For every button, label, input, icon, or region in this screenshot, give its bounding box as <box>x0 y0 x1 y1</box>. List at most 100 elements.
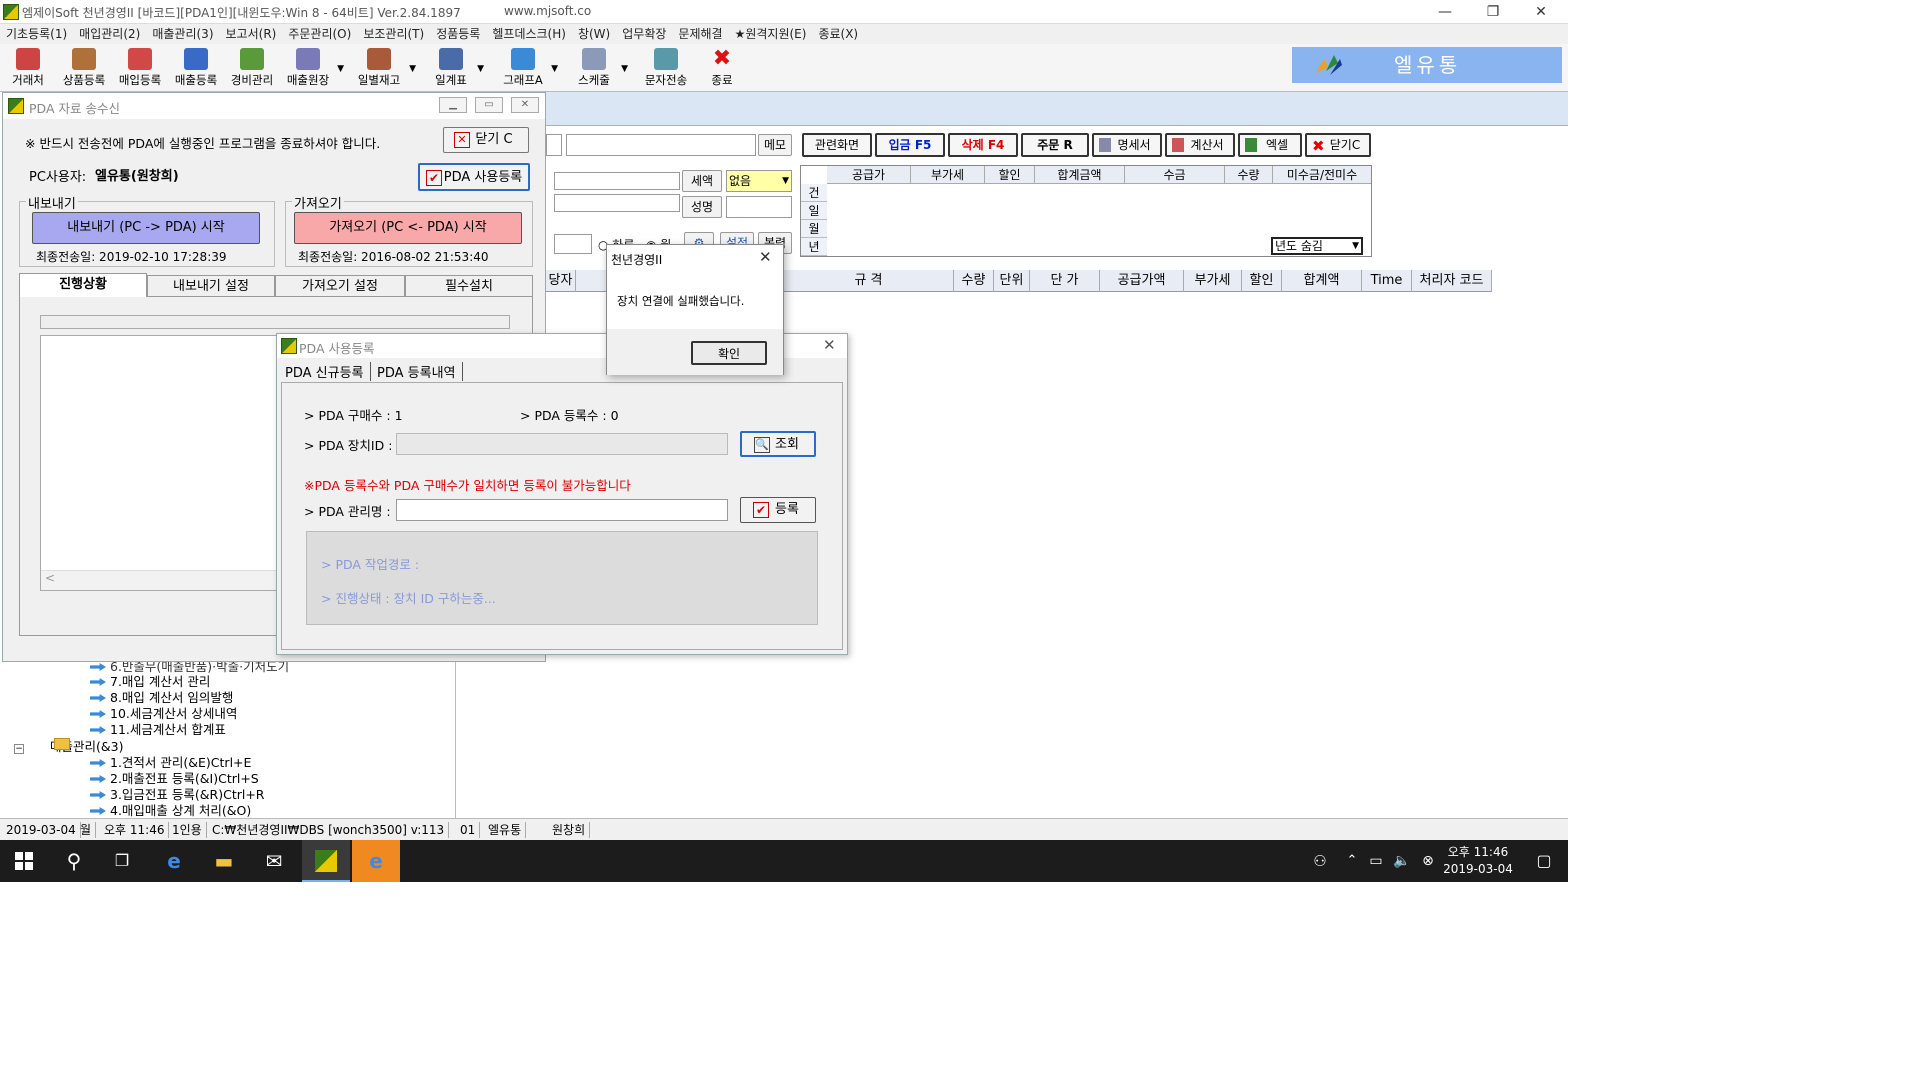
statement-button[interactable]: 명세서 <box>1092 133 1162 157</box>
close-window-button[interactable]: ✕ <box>1518 0 1564 24</box>
edge-browser-icon[interactable]: e <box>150 840 198 882</box>
pda-close-button[interactable]: ✕ 닫기 C <box>443 127 529 153</box>
checkbox-check-icon: ✔ <box>753 502 769 518</box>
register-count: > PDA 등록수 : 0 <box>520 408 619 423</box>
related-screen-button[interactable]: 관련화면 <box>802 133 872 157</box>
clock[interactable]: 오후 11:46 2019-03-04 <box>1440 844 1516 878</box>
chevron-up-icon[interactable]: ⌃ <box>1340 840 1364 882</box>
tab-import-settings[interactable]: 가져오기 설정 <box>275 275 405 297</box>
customer-icon <box>16 48 40 70</box>
dropdown-arrow-icon[interactable]: ▼ <box>621 64 628 74</box>
maximize-button[interactable]: ▭ <box>475 97 503 113</box>
toolbar-stock-button[interactable]: 일별재고 ▼ <box>352 48 416 90</box>
manager-name-input[interactable] <box>396 499 728 521</box>
volume-icon[interactable]: 🔈 <box>1390 840 1414 882</box>
toolbar-expense-button[interactable]: 경비관리 <box>226 48 278 90</box>
field-input[interactable] <box>554 194 680 212</box>
status-weekday: 월 <box>76 822 97 838</box>
close-icon[interactable]: ✕ <box>823 336 836 354</box>
export-start-button[interactable]: 내보내기 (PC -> PDA) 시작 <box>32 212 260 244</box>
app-icon <box>8 98 24 114</box>
close-icon[interactable]: ✕ <box>759 248 772 266</box>
ime-icon[interactable]: ⊗ <box>1416 840 1440 882</box>
dropdown-arrow-icon[interactable]: ▼ <box>337 64 344 74</box>
order-button[interactable]: 주문 R <box>1021 133 1089 157</box>
task-view-icon[interactable]: ❐ <box>98 840 146 882</box>
minimize-button[interactable]: ▁ <box>439 97 467 113</box>
name-input[interactable] <box>726 196 792 218</box>
mail-icon[interactable]: ✉ <box>250 840 298 882</box>
notification-icon[interactable]: ▢ <box>1520 840 1568 882</box>
tab-progress[interactable]: 진행상황 <box>19 273 147 297</box>
progress-bar <box>40 315 510 329</box>
menu-item[interactable]: ★원격지원(E) <box>729 24 813 44</box>
toolbar-customer-button[interactable]: 거래처 <box>6 48 50 90</box>
toolbar-exit-button[interactable]: ✖ 종료 <box>704 48 740 90</box>
tab-pda-new-register[interactable]: PDA 신규등록 <box>285 362 371 381</box>
year-hide-select[interactable]: 년도 숨김 ▼ <box>1271 237 1363 255</box>
menu-item[interactable]: 매출관리(3) <box>146 24 219 44</box>
network-icon[interactable]: ▭ <box>1364 840 1388 882</box>
toolbar-schedule-button[interactable]: 스케줄 ▼ <box>570 48 628 90</box>
tab-pda-register-history[interactable]: PDA 등록내역 <box>377 362 463 381</box>
device-id-input[interactable] <box>396 433 728 455</box>
grid-header: 단 가 <box>1030 270 1100 292</box>
collapse-icon[interactable]: − <box>14 744 24 754</box>
toolbar-ledger-button[interactable]: 매출원장 ▼ <box>282 48 344 90</box>
register-button[interactable]: ✔ 등록 <box>740 497 816 523</box>
toolbar-graph-button[interactable]: 그래프A ▼ <box>498 48 558 90</box>
menu-item[interactable]: 매입관리(2) <box>73 24 146 44</box>
grid-header: 할인 <box>985 166 1035 184</box>
toolbar-purchase-button[interactable]: 매입등록 <box>114 48 166 90</box>
field-input[interactable] <box>554 172 680 190</box>
tab-required-install[interactable]: 필수설치 <box>405 275 533 297</box>
restore-button[interactable]: ❐ <box>1470 0 1516 24</box>
deposit-button[interactable]: 입금 F5 <box>875 133 945 157</box>
close-c-button[interactable]: ✖ 닫기C <box>1305 133 1371 157</box>
field-stub[interactable] <box>546 134 562 156</box>
product-icon <box>72 48 96 70</box>
import-start-button[interactable]: 가져오기 (PC <- PDA) 시작 <box>294 212 522 244</box>
menu-item[interactable]: 업무확장 <box>616 24 672 44</box>
toolbar-product-button[interactable]: 상품등록 <box>58 48 110 90</box>
close-window-button[interactable]: ✕ <box>511 97 539 113</box>
file-explorer-icon[interactable]: ▬ <box>200 840 248 882</box>
menu-item[interactable]: 주문관리(O) <box>282 24 357 44</box>
toolbar-sales-button[interactable]: 매출등록 <box>170 48 222 90</box>
menu-item[interactable]: 보조관리(T) <box>357 24 430 44</box>
memo-button[interactable]: 메모 <box>758 134 792 156</box>
tab-export-settings[interactable]: 내보내기 설정 <box>147 275 275 297</box>
graph-icon <box>511 48 535 70</box>
minimize-button[interactable]: — <box>1422 0 1468 24</box>
delete-button[interactable]: 삭제 F4 <box>948 133 1018 157</box>
dropdown-arrow-icon[interactable]: ▼ <box>551 64 558 74</box>
pc-user-value: 엘유통(원창희) <box>95 169 179 184</box>
toolbar-sms-button[interactable]: 문자전송 <box>640 48 692 90</box>
pda-register-button[interactable]: ✔ PDA 사용등록 <box>418 163 530 191</box>
menu-item[interactable]: 종료(X) <box>812 24 864 44</box>
ie-browser-icon[interactable]: e <box>352 840 400 882</box>
menu-item[interactable]: 정품등록 <box>430 24 486 44</box>
taskbar-app-icon[interactable] <box>302 840 350 882</box>
menu-item[interactable]: 기초등록(1) <box>0 24 73 44</box>
arrow-icon <box>90 694 106 702</box>
start-windows-icon[interactable] <box>0 840 48 882</box>
people-icon[interactable]: ⚇ <box>1296 840 1344 882</box>
menu-item[interactable]: 보고서(R) <box>220 24 283 44</box>
search-icon[interactable]: ⚲ <box>50 840 98 882</box>
vat-select[interactable]: 없음 ▼ <box>726 170 792 192</box>
menu-item[interactable]: 문제해결 <box>672 24 728 44</box>
pda-register-dialog: PDA 사용등록 ✕ PDA 신규등록 PDA 등록내역 > PDA 구매수 :… <box>276 333 848 655</box>
dropdown-arrow-icon[interactable]: ▼ <box>477 64 484 74</box>
invoice-button[interactable]: 계산서 <box>1165 133 1235 157</box>
field-input[interactable] <box>554 234 592 254</box>
menu-item[interactable]: 창(W) <box>572 24 616 44</box>
menu-item[interactable]: 헬프데스크(H) <box>486 24 572 44</box>
tree-item[interactable]: 4.매입매출 상계 처리(&O) <box>90 800 251 819</box>
ok-button[interactable]: 확인 <box>691 341 767 365</box>
search-button[interactable]: 🔍 조회 <box>740 431 816 457</box>
excel-button[interactable]: 엑셀 <box>1238 133 1302 157</box>
toolbar-daily-button[interactable]: 일계표 ▼ <box>428 48 484 90</box>
memo-input[interactable] <box>566 134 756 156</box>
dropdown-arrow-icon[interactable]: ▼ <box>409 64 416 74</box>
